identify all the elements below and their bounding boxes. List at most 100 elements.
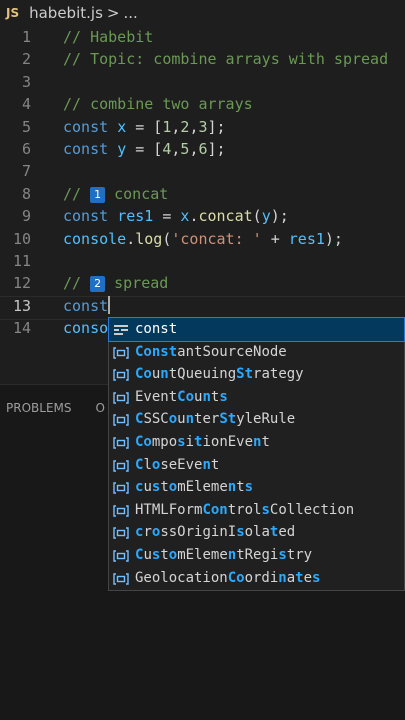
label-text: t xyxy=(236,479,245,496)
code-token: const xyxy=(63,207,118,226)
code-line[interactable]: 10 console.log('concat: ' + res1); xyxy=(0,228,405,250)
suggestion-label: CSSCounterStyleRule xyxy=(135,408,295,431)
code-text: conso xyxy=(63,317,108,339)
code-line[interactable]: 5 const x = [1,2,3]; xyxy=(0,116,405,138)
code-token: 'concat: ' xyxy=(171,229,262,248)
code-text: // 1 concat xyxy=(63,183,168,205)
match-highlight: s xyxy=(261,501,270,518)
suggestion-label: crossOriginIsolated xyxy=(135,521,295,544)
label-text: seEve xyxy=(160,456,203,473)
match-highlight: n xyxy=(278,569,287,586)
code-line[interactable]: 4 // combine two arrays xyxy=(0,93,405,115)
code-token: ]; xyxy=(207,140,226,158)
label-text: tRegi xyxy=(236,546,279,563)
match-highlight: s xyxy=(278,546,287,563)
suggestion-item[interactable]: crossOriginIsolated xyxy=(109,521,404,544)
match-highlight: n xyxy=(227,479,237,496)
suggestion-item[interactable]: CountQueuingStrategy xyxy=(109,363,404,386)
label-text: yleRule xyxy=(236,411,296,428)
suggestion-item[interactable]: ConstantSourceNode xyxy=(109,341,404,364)
variable-icon xyxy=(113,390,129,404)
code-line[interactable]: 3 xyxy=(0,71,405,93)
suggestion-item[interactable]: const xyxy=(108,317,405,342)
tab-output[interactable]: O xyxy=(96,401,105,415)
code-token: = [ xyxy=(126,117,163,136)
match-highlight: n xyxy=(227,546,237,563)
line-number: 1 xyxy=(21,28,31,46)
label-text: Geolocation xyxy=(135,569,228,586)
code-token: concat xyxy=(105,184,169,203)
code-line[interactable]: 1 // Habebit xyxy=(0,26,405,48)
line-number: 4 xyxy=(21,95,31,114)
label-text: ionEve xyxy=(202,433,254,450)
breadcrumb: JS habebit.js > ... xyxy=(0,0,405,26)
line-number: 6 xyxy=(21,140,31,158)
code-token: conso xyxy=(63,319,109,338)
label-text: ed xyxy=(278,524,296,541)
line-number: 14 xyxy=(12,319,31,338)
code-text: // combine two arrays xyxy=(63,93,253,115)
variable-icon xyxy=(113,480,129,494)
label-text: tQueuing xyxy=(168,366,237,383)
breadcrumb-file[interactable]: habebit.js xyxy=(29,4,103,22)
line-number: 8 xyxy=(21,184,31,203)
match-highlight: o xyxy=(168,411,178,428)
label-text: l xyxy=(143,456,152,473)
match-highlight: Co xyxy=(135,433,152,450)
match-highlight: St xyxy=(236,366,254,383)
variable-icon xyxy=(113,435,129,449)
code-token: res1 xyxy=(288,229,325,248)
suggestion-item[interactable]: GeolocationCoordinates xyxy=(109,567,404,590)
line-number: 11 xyxy=(12,252,31,270)
suggestion-item[interactable]: CSSCounterStyleRule xyxy=(109,408,404,431)
suggestion-item[interactable]: CloseEvent xyxy=(109,454,404,477)
code-token: ); xyxy=(324,229,343,248)
code-token: = [ xyxy=(126,140,163,158)
variable-icon xyxy=(113,367,129,381)
code-token: const xyxy=(63,140,118,158)
code-line[interactable]: 11 xyxy=(0,250,405,272)
code-line[interactable]: 8 // 1 concat xyxy=(0,183,405,205)
suggestion-item[interactable]: CustomElementRegistry xyxy=(109,544,404,567)
label-text: t xyxy=(261,433,270,450)
match-highlight: s xyxy=(312,569,321,586)
js-file-icon: JS xyxy=(6,6,20,20)
code-line[interactable]: 6 const y = [4,5,6]; xyxy=(0,138,405,160)
suggestion-label: ConstantSourceNode xyxy=(135,341,287,364)
tab-problems[interactable]: PROBLEMS xyxy=(6,401,72,415)
label-text: ter xyxy=(194,411,220,428)
code-text: const res1 = x.concat(y); xyxy=(63,205,289,227)
label-text: const xyxy=(135,321,178,337)
suggestion-label: GeolocationCoordinates xyxy=(135,567,320,590)
code-text: const x = [1,2,3]; xyxy=(63,116,226,138)
suggestion-label: EventCounts xyxy=(135,386,228,409)
code-text: console.log('concat: ' + res1); xyxy=(63,228,343,250)
match-highlight: Co xyxy=(177,388,195,405)
code-line[interactable]: 2 // Topic: combine arrays with spread xyxy=(0,48,405,70)
label-text: t xyxy=(227,501,237,518)
suggestion-item[interactable]: customElements xyxy=(109,476,404,499)
code-line[interactable]: 7 xyxy=(0,160,405,182)
line-number: 5 xyxy=(21,117,31,136)
suggestion-item[interactable]: HTMLFormControlsCollection xyxy=(109,499,404,522)
code-line[interactable]: 13 const xyxy=(0,295,405,317)
label-text: mEleme xyxy=(177,546,228,563)
code-text: const y = [4,5,6]; xyxy=(63,138,226,160)
suggestion-label: customElements xyxy=(135,476,253,499)
number-badge-icon: 2 xyxy=(90,276,106,293)
suggestion-item[interactable]: EventCounts xyxy=(109,386,404,409)
variable-icon xyxy=(113,571,129,585)
suggestion-label: CloseEvent xyxy=(135,454,219,477)
code-line[interactable]: 9 const res1 = x.concat(y); xyxy=(0,205,405,227)
panel-tabs: PROBLEMS O xyxy=(6,401,105,415)
match-highlight: n xyxy=(202,388,211,405)
breadcrumb-separator: > xyxy=(106,4,120,22)
match-highlight: n xyxy=(185,411,195,428)
match-highlight: o xyxy=(168,546,178,563)
label-text: t xyxy=(286,546,296,563)
number-badge-icon: 1 xyxy=(90,186,106,203)
suggestion-item[interactable]: CompositionEvent xyxy=(109,431,404,454)
breadcrumb-more[interactable]: ... xyxy=(123,4,137,22)
code-token: y xyxy=(261,207,271,226)
code-line[interactable]: 12 // 2 spread xyxy=(0,272,405,294)
